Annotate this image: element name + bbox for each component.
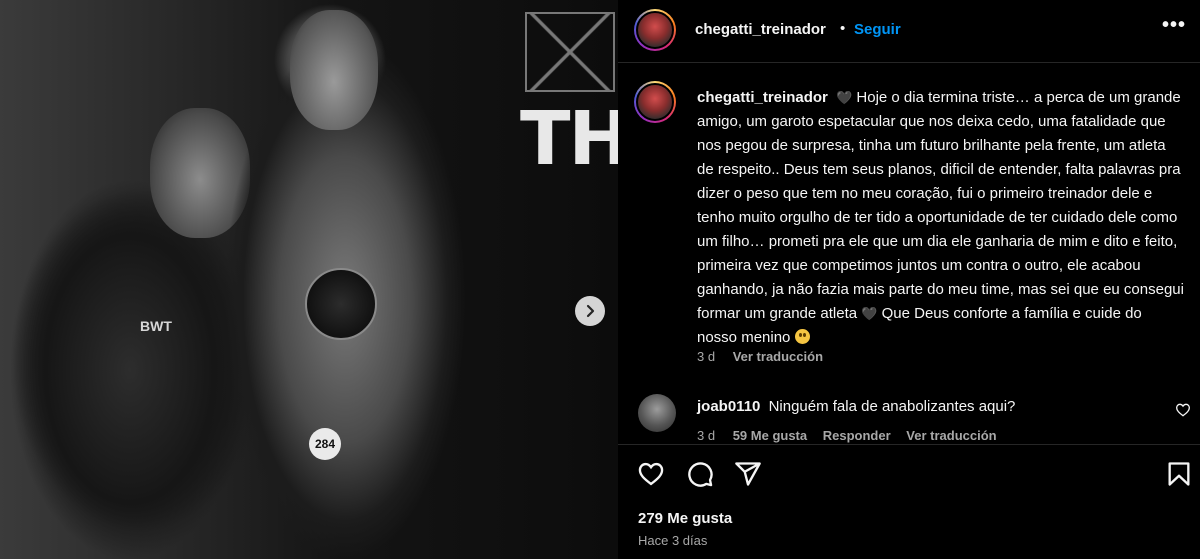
background-sign-text: THE: [520, 96, 618, 182]
likes-count[interactable]: 279 Me gusta: [638, 510, 732, 527]
comment-likes[interactable]: 59 Me gusta: [733, 428, 807, 443]
athlete-head: [290, 10, 378, 130]
post-details-panel: chegatti_treinador • Seguir ••• chegatti…: [618, 0, 1200, 559]
coach-figure: [10, 180, 250, 559]
caption-translate-link[interactable]: Ver traducción: [733, 349, 823, 364]
post-caption: chegatti_treinador 🖤 Hoje o dia termina …: [697, 86, 1185, 350]
header-avatar[interactable]: [634, 9, 676, 51]
follow-button[interactable]: Seguir: [854, 21, 901, 38]
header-username[interactable]: chegatti_treinador: [695, 21, 826, 38]
pleading-face-icon: [794, 329, 810, 344]
comment-reply-button[interactable]: Responder: [823, 428, 891, 443]
caption-text: Hoje o dia termina triste… a perca de um…: [697, 89, 1184, 322]
post-time[interactable]: Hace 3 días: [638, 533, 707, 548]
caption-time[interactable]: 3 d: [697, 349, 715, 364]
actions-divider: [618, 444, 1200, 445]
black-heart-icon: 🖤: [861, 306, 878, 321]
background-logo: [525, 12, 615, 92]
shirt-logo: BWT: [140, 318, 172, 334]
comment-meta: 3 d 59 Me gusta Responder Ver traducción: [697, 428, 997, 443]
comment: joab0110 Ninguém fala de anabolizantes a…: [697, 397, 1015, 417]
more-options-icon[interactable]: •••: [1162, 14, 1186, 37]
comment-text: Ninguém fala de anabolizantes aqui?: [768, 398, 1016, 415]
caption-avatar[interactable]: [634, 81, 676, 123]
comment-username[interactable]: joab0110: [697, 398, 760, 415]
heart-icon[interactable]: [637, 460, 665, 488]
black-heart-icon: 🖤: [836, 90, 853, 105]
bookmark-icon[interactable]: [1165, 460, 1193, 488]
caption-meta: 3 d Ver traducción: [697, 349, 823, 364]
comment-icon[interactable]: [686, 460, 714, 488]
comment-translate-link[interactable]: Ver traducción: [906, 428, 996, 443]
bib-number: 284: [309, 428, 341, 460]
separator-dot: •: [840, 20, 846, 37]
caption-username[interactable]: chegatti_treinador: [697, 89, 828, 106]
medal: [305, 268, 377, 340]
comment-like-icon[interactable]: [1175, 402, 1191, 418]
header-divider: [618, 62, 1200, 63]
share-icon[interactable]: [734, 460, 762, 488]
chevron-right-icon: [586, 304, 595, 318]
comment-time[interactable]: 3 d: [697, 428, 715, 443]
post-photo[interactable]: THE 284 BWT: [0, 0, 618, 559]
next-photo-button[interactable]: [575, 296, 605, 326]
comment-avatar[interactable]: [638, 394, 676, 432]
